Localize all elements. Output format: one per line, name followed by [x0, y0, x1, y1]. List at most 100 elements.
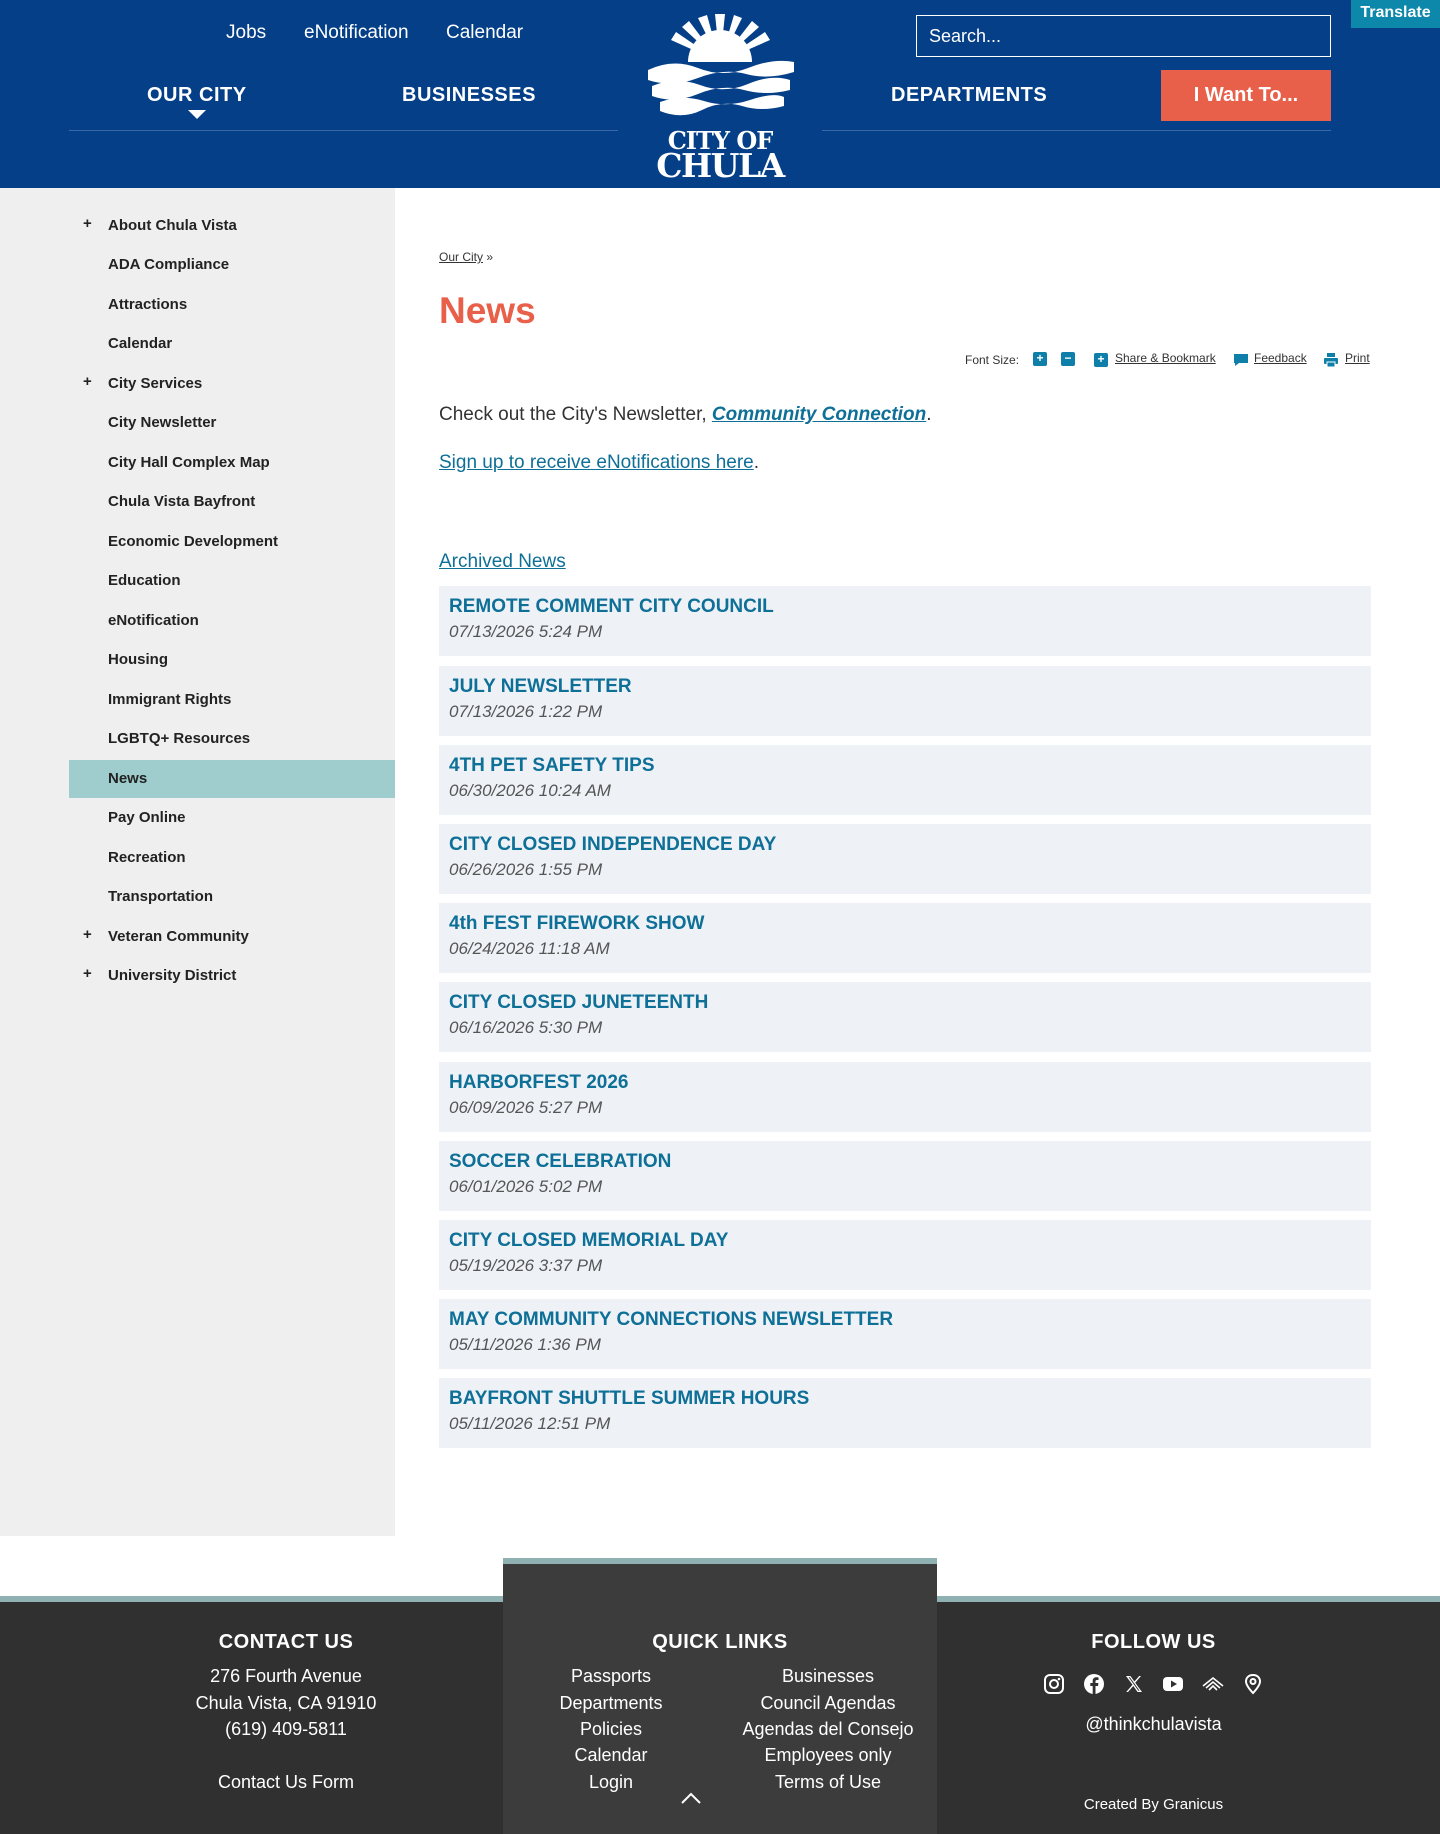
news-title[interactable]: REMOTE COMMENT CITY COUNCIL	[449, 596, 774, 618]
news-item[interactable]: CITY CLOSED JUNETEENTH 06/16/2026 5:30 PM	[439, 982, 1371, 1052]
expand-icon[interactable]: +	[83, 373, 92, 390]
contact-phone[interactable]: (619) 409-5811	[0, 1719, 572, 1740]
intro-text: Check out the City's Newsletter,	[439, 404, 712, 425]
news-title[interactable]: CITY CLOSED INDEPENDENCE DAY	[449, 834, 776, 856]
sidebar-item-economic-development[interactable]: Economic Development	[69, 523, 395, 561]
archived-news-link[interactable]: Archived News	[439, 551, 566, 573]
sidebar-item-ada-compliance[interactable]: ADA Compliance	[69, 246, 395, 284]
print-link[interactable]: Print	[1345, 351, 1370, 365]
location-pin-icon[interactable]	[1242, 1673, 1264, 1695]
news-item[interactable]: JULY NEWSLETTER 07/13/2026 1:22 PM	[439, 666, 1371, 736]
sidebar-item-enotification[interactable]: eNotification	[69, 602, 395, 640]
sidebar-item-pay-online[interactable]: Pay Online	[69, 799, 395, 837]
enotification-signup-link[interactable]: Sign up to receive eNotifications here	[439, 452, 754, 473]
sidebar-item-city-hall-map[interactable]: City Hall Complex Map	[69, 444, 395, 482]
sidebar-item-veteran-community[interactable]: + Veteran Community	[69, 918, 395, 956]
nextdoor-icon[interactable]	[1202, 1673, 1224, 1695]
font-size-label: Font Size:	[965, 353, 1020, 367]
quick-link-council-agendas[interactable]: Council Agendas	[718, 1693, 938, 1714]
sidebar-item-label: About Chula Vista	[108, 217, 237, 234]
sidebar-item-attractions[interactable]: Attractions	[69, 286, 395, 324]
quick-link-terms-of-use[interactable]: Terms of Use	[718, 1772, 938, 1793]
sidebar-item-transportation[interactable]: Transportation	[69, 878, 395, 916]
feedback-link[interactable]: Feedback	[1254, 351, 1307, 365]
sidebar-item-recreation[interactable]: Recreation	[69, 839, 395, 877]
news-date: 07/13/2026 1:22 PM	[449, 702, 603, 721]
quick-link-calendar[interactable]: Calendar	[511, 1745, 711, 1766]
quick-link-businesses[interactable]: Businesses	[718, 1666, 938, 1687]
nav-businesses[interactable]: BUSINESSES	[402, 84, 536, 107]
nav-our-city[interactable]: OUR CITY	[147, 84, 247, 107]
city-logo[interactable]: CITY OF CHULA VISTA	[618, 0, 822, 224]
quick-link-employees-only[interactable]: Employees only	[718, 1745, 938, 1766]
granicus-credit[interactable]: Created By Granicus	[867, 1796, 1440, 1813]
news-date: 06/24/2026 11:18 AM	[449, 939, 610, 958]
sidebar-item-housing[interactable]: Housing	[69, 641, 395, 679]
sidebar-item-about-chula-vista[interactable]: + About Chula Vista	[69, 207, 395, 245]
page-tools: Font Size: + − + Share & Bookmark Feedba…	[0, 351, 1440, 369]
facebook-icon[interactable]	[1083, 1673, 1105, 1695]
sidebar-item-lgbtq-resources[interactable]: LGBTQ+ Resources	[69, 720, 395, 758]
sidebar-item-label: Housing	[108, 651, 168, 668]
news-title[interactable]: JULY NEWSLETTER	[449, 676, 632, 698]
sidebar-item-immigrant-rights[interactable]: Immigrant Rights	[69, 681, 395, 719]
news-title[interactable]: 4TH PET SAFETY TIPS	[449, 755, 655, 777]
sidebar-item-education[interactable]: Education	[69, 562, 395, 600]
news-title[interactable]: CITY CLOSED MEMORIAL DAY	[449, 1230, 728, 1252]
share-bookmark-link[interactable]: Share & Bookmark	[1115, 351, 1216, 365]
util-link-enotification[interactable]: eNotification	[304, 22, 409, 44]
sidebar-item-university-district[interactable]: + University District	[69, 957, 395, 995]
translate-button[interactable]: Translate	[1351, 0, 1440, 28]
search-input[interactable]	[916, 15, 1331, 57]
signup-suffix: .	[753, 452, 760, 473]
news-item[interactable]: REMOTE COMMENT CITY COUNCIL 07/13/2026 5:…	[439, 586, 1371, 656]
youtube-icon[interactable]	[1162, 1673, 1184, 1695]
expand-icon[interactable]: +	[83, 215, 92, 232]
sidebar-item-bayfront[interactable]: Chula Vista Bayfront	[69, 483, 395, 521]
instagram-icon[interactable]	[1043, 1673, 1065, 1695]
breadcrumb-our-city-link[interactable]: Our City	[439, 250, 483, 264]
news-item[interactable]: 4th FEST FIREWORK SHOW 06/24/2026 11:18 A…	[439, 903, 1371, 973]
news-date: 06/01/2026 5:02 PM	[449, 1177, 603, 1196]
feedback-icon[interactable]	[1233, 353, 1249, 367]
news-title[interactable]: 4th FEST FIREWORK SHOW	[449, 913, 704, 935]
news-title[interactable]: BAYFRONT SHUTTLE SUMMER HOURS	[449, 1388, 809, 1410]
community-connection-link[interactable]: Community Connection	[712, 404, 926, 425]
news-item[interactable]: SOCCER CELEBRATION 06/01/2026 5:02 PM	[439, 1141, 1371, 1211]
news-item[interactable]: CITY CLOSED MEMORIAL DAY 05/19/2026 3:37 …	[439, 1220, 1371, 1290]
share-icon[interactable]: +	[1094, 353, 1108, 367]
print-icon[interactable]	[1323, 353, 1339, 368]
nav-departments[interactable]: DEPARTMENTS	[891, 84, 1047, 107]
news-title[interactable]: MAY COMMUNITY CONNECTIONS NEWSLETTER	[449, 1309, 893, 1331]
contact-form-link[interactable]: Contact Us Form	[0, 1772, 572, 1793]
x-icon[interactable]	[1123, 1673, 1145, 1695]
sidebar-item-news[interactable]: News	[69, 760, 395, 798]
news-title[interactable]: HARBORFEST 2026	[449, 1072, 629, 1094]
news-item[interactable]: CITY CLOSED INDEPENDENCE DAY 06/26/2026 1…	[439, 824, 1371, 894]
signup-line: Sign up to receive eNotifications here.	[439, 452, 759, 474]
social-handle[interactable]: @thinkchulavista	[867, 1714, 1440, 1735]
nav-divider-right	[822, 130, 1331, 131]
sidebar-item-label: Pay Online	[108, 809, 186, 826]
sidebar-item-city-newsletter[interactable]: City Newsletter	[69, 404, 395, 442]
news-item[interactable]: BAYFRONT SHUTTLE SUMMER HOURS 05/11/2026 …	[439, 1378, 1371, 1448]
util-link-calendar[interactable]: Calendar	[446, 22, 523, 44]
news-item[interactable]: HARBORFEST 2026 06/09/2026 5:27 PM	[439, 1062, 1371, 1132]
quick-link-policies[interactable]: Policies	[511, 1719, 711, 1740]
quick-link-departments[interactable]: Departments	[511, 1693, 711, 1714]
sidebar-item-label: News	[108, 770, 148, 787]
expand-icon[interactable]: +	[83, 926, 92, 943]
expand-icon[interactable]: +	[83, 965, 92, 982]
i-want-to-button[interactable]: I Want To...	[1161, 70, 1331, 121]
news-item[interactable]: 4TH PET SAFETY TIPS 06/30/2026 10:24 AM	[439, 745, 1371, 815]
news-title[interactable]: SOCCER CELEBRATION	[449, 1151, 671, 1173]
font-increase-icon[interactable]: +	[1033, 352, 1047, 366]
font-decrease-icon[interactable]: −	[1061, 352, 1075, 366]
scroll-to-top-icon[interactable]	[680, 1790, 702, 1806]
sidebar-item-label: Immigrant Rights	[108, 691, 232, 708]
news-title[interactable]: CITY CLOSED JUNETEENTH	[449, 992, 708, 1014]
util-link-jobs[interactable]: Jobs	[226, 22, 266, 44]
quick-link-passports[interactable]: Passports	[511, 1666, 711, 1687]
news-item[interactable]: MAY COMMUNITY CONNECTIONS NEWSLETTER 05/1…	[439, 1299, 1371, 1369]
sidebar-item-city-services[interactable]: + City Services	[69, 365, 395, 403]
